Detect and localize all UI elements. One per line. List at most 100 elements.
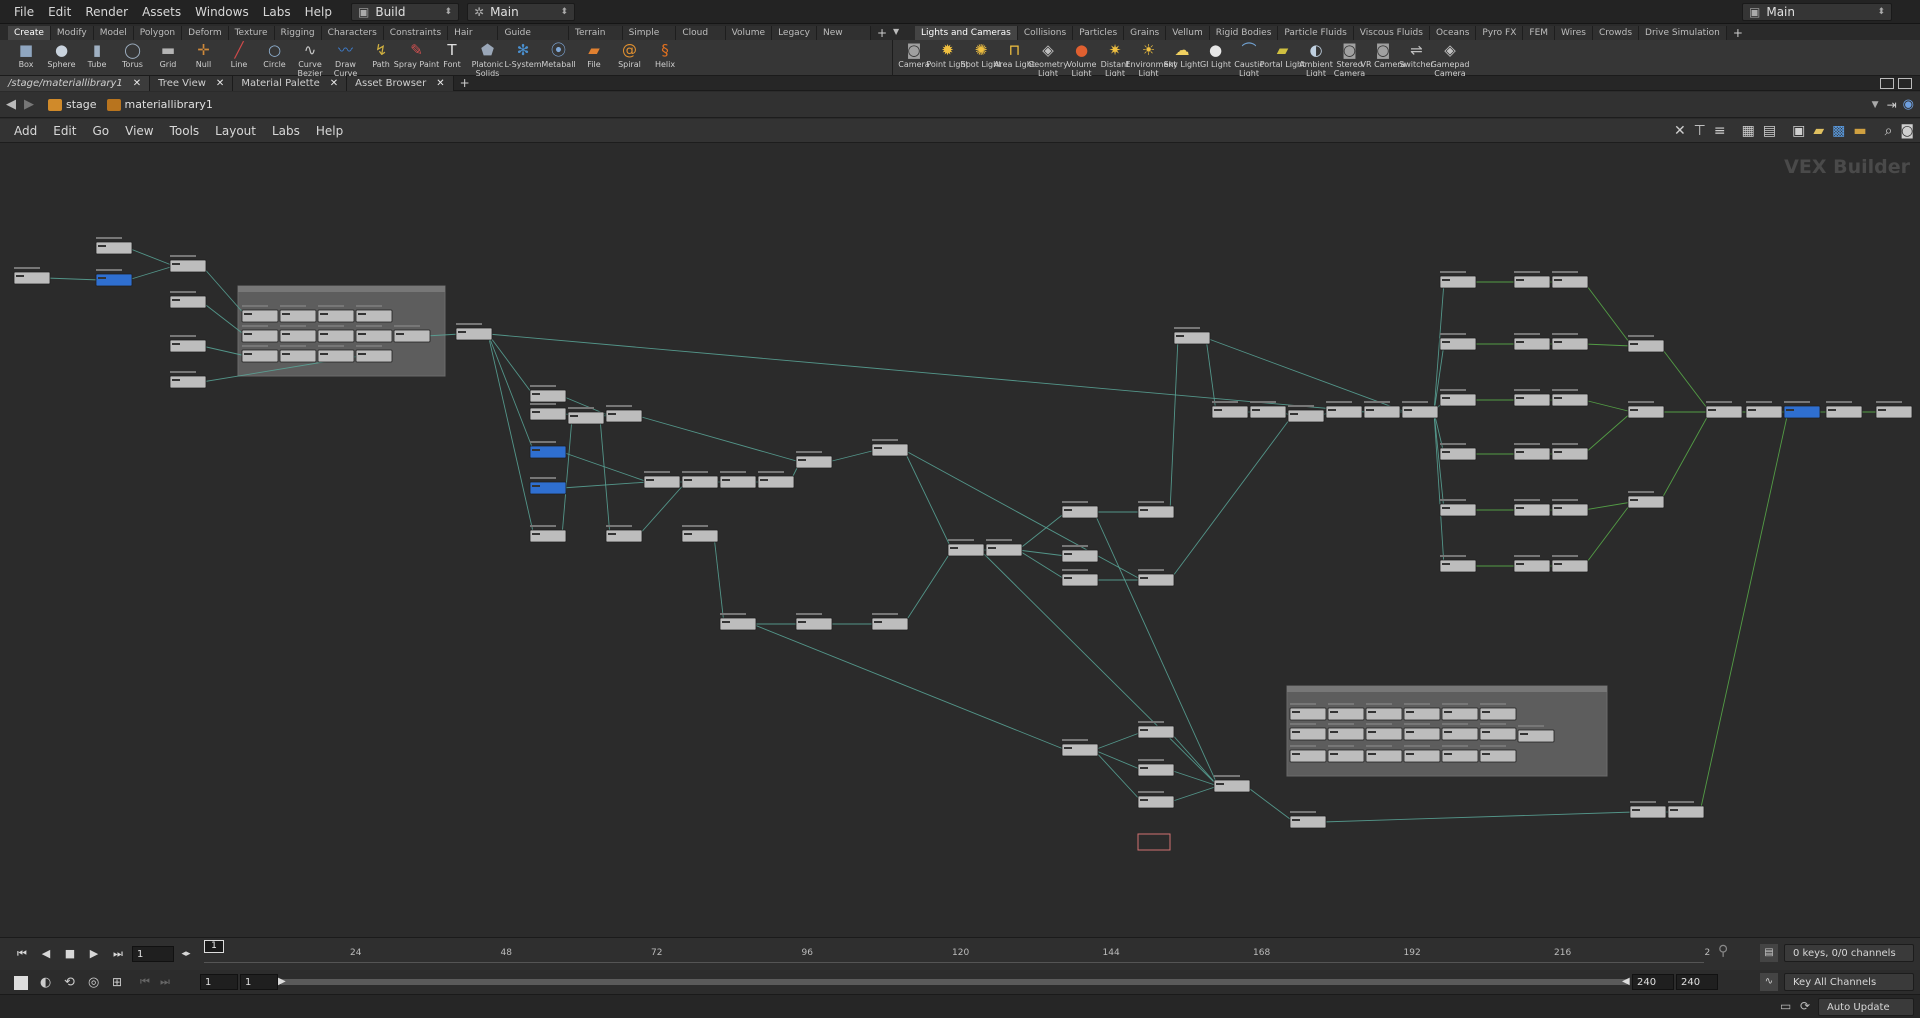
vop-node[interactable] xyxy=(1441,707,1479,721)
vop-node[interactable] xyxy=(681,529,719,543)
shelf-tab-grains[interactable]: Grains xyxy=(1124,26,1167,40)
vop-node[interactable] xyxy=(1137,505,1175,519)
shelf-tab-particles[interactable]: Particles xyxy=(1073,26,1125,40)
auto-update-button[interactable]: Auto Update xyxy=(1818,998,1914,1016)
vop-node[interactable] xyxy=(1137,573,1175,587)
context-selector[interactable]: ✲ Main ⬍ xyxy=(467,2,575,21)
vop-node[interactable] xyxy=(1627,495,1665,509)
vop-node[interactable] xyxy=(169,259,207,273)
vop-node[interactable] xyxy=(169,295,207,309)
vop-node[interactable] xyxy=(1439,275,1477,289)
vop-node[interactable] xyxy=(1629,805,1667,819)
tool-gamepad-camera[interactable]: ◈ Gamepad Camera xyxy=(1427,41,1473,78)
play-reverse-icon[interactable]: ◀ xyxy=(36,946,56,962)
vop-node[interactable] xyxy=(1287,409,1325,423)
vop-node[interactable] xyxy=(1403,707,1441,721)
vop-node[interactable] xyxy=(455,327,493,341)
vop-node[interactable] xyxy=(1875,405,1913,419)
vop-node[interactable] xyxy=(355,349,393,363)
vop-node[interactable] xyxy=(1513,447,1551,461)
net-menu-tools[interactable]: Tools xyxy=(162,124,208,138)
realtime-icon[interactable] xyxy=(14,976,28,990)
shelf-tab-cloud-fx[interactable]: Cloud FX xyxy=(676,26,726,52)
link-icon[interactable]: ◉ xyxy=(1903,97,1914,112)
keys-icon[interactable]: ⊞ xyxy=(112,975,122,989)
shelf-tab-polygon[interactable]: Polygon xyxy=(133,26,183,40)
vop-node[interactable] xyxy=(757,475,795,489)
vop-node[interactable] xyxy=(1137,725,1175,739)
vop-node[interactable] xyxy=(1061,549,1099,563)
vop-node[interactable] xyxy=(1551,559,1589,573)
close-icon[interactable]: ✕ xyxy=(133,76,141,91)
vop-node[interactable] xyxy=(1441,749,1479,763)
right-context-selector[interactable]: ▣ Main ⬍ xyxy=(1742,2,1892,21)
vop-node[interactable] xyxy=(1439,447,1477,461)
sync-icon[interactable]: ◎ xyxy=(88,975,99,990)
vop-node[interactable] xyxy=(1627,339,1665,353)
shelf-tab-new-shelf[interactable]: New Shelf xyxy=(816,26,871,52)
vop-node[interactable] xyxy=(1479,727,1517,741)
vop-node[interactable] xyxy=(1705,405,1743,419)
vop-node[interactable] xyxy=(1479,707,1517,721)
vop-node[interactable] xyxy=(1213,779,1251,793)
range-current-field[interactable]: 1 xyxy=(240,974,278,990)
prev-key-icon[interactable]: ⏮ xyxy=(140,975,150,989)
vop-node[interactable] xyxy=(871,443,909,457)
vop-node[interactable] xyxy=(719,617,757,631)
vop-node[interactable] xyxy=(567,411,605,425)
image-icon[interactable]: ▩ xyxy=(1832,123,1845,139)
vop-node[interactable] xyxy=(1061,573,1099,587)
menu-help[interactable]: Help xyxy=(298,5,339,19)
key-icon[interactable]: ∿ xyxy=(1760,973,1778,991)
wrench-icon[interactable]: ✕ xyxy=(1674,123,1686,139)
vop-node[interactable] xyxy=(1289,727,1327,741)
shelf-tab-legacy[interactable]: Legacy xyxy=(772,26,817,40)
vop-node[interactable] xyxy=(1479,749,1517,763)
vop-node[interactable] xyxy=(719,475,757,489)
shelf-tab-pyro-fx[interactable]: Pyro FX xyxy=(1476,26,1524,40)
vop-node[interactable] xyxy=(279,329,317,343)
shelf-tab-wires[interactable]: Wires xyxy=(1555,26,1593,40)
vop-node[interactable] xyxy=(355,329,393,343)
vop-node[interactable] xyxy=(1513,503,1551,517)
thumbnail-icon[interactable]: ▤ xyxy=(1763,123,1776,139)
shelf-tab-guide-process[interactable]: Guide Process xyxy=(498,26,570,52)
shelf-tab-modify[interactable]: Modify xyxy=(50,26,94,40)
vop-node[interactable] xyxy=(1173,331,1211,345)
vop-node[interactable] xyxy=(1137,795,1175,809)
search-icon[interactable]: ⌕ xyxy=(1885,123,1893,139)
vop-node[interactable] xyxy=(317,309,355,323)
vop-node[interactable] xyxy=(241,309,279,323)
vop-node[interactable] xyxy=(1137,763,1175,777)
global-end-field[interactable]: 240 xyxy=(1676,974,1718,990)
shelf-tab-constraints[interactable]: Constraints xyxy=(383,26,449,40)
key-all-channels-button[interactable]: Key All Channels xyxy=(1784,973,1914,991)
desktop-selector[interactable]: ▣ Build ⬍ xyxy=(351,2,459,21)
audio-scrub-icon[interactable]: ◐ xyxy=(40,975,51,990)
shelf-tab-viscous-fluids[interactable]: Viscous Fluids xyxy=(1353,26,1430,40)
pin-icon[interactable]: ⇥ xyxy=(1887,98,1897,112)
tab-material-palette[interactable]: Material Palette ✕ xyxy=(233,75,348,91)
shelf-tab-oceans[interactable]: Oceans xyxy=(1429,26,1477,40)
vop-node[interactable] xyxy=(871,617,909,631)
list-icon[interactable]: ≡ xyxy=(1714,123,1726,139)
vop-node[interactable] xyxy=(1289,707,1327,721)
vop-node[interactable] xyxy=(1439,337,1477,351)
vop-node[interactable] xyxy=(1327,707,1365,721)
path-dropdown-icon[interactable]: ▼ xyxy=(1872,100,1879,110)
message-icon[interactable]: ▭ xyxy=(1780,999,1791,1013)
vop-node[interactable] xyxy=(1365,727,1403,741)
shelf-tab-simple-fx[interactable]: Simple FX xyxy=(622,26,677,52)
parameter-icon[interactable]: ▣ xyxy=(1792,123,1805,139)
vop-node[interactable] xyxy=(95,241,133,255)
vop-node[interactable] xyxy=(1517,729,1555,743)
vop-node[interactable] xyxy=(1061,505,1099,519)
shelf-tab-deform[interactable]: Deform xyxy=(182,26,229,40)
shelf-tab-particle-fluids[interactable]: Particle Fluids xyxy=(1278,26,1354,40)
vop-node[interactable] xyxy=(985,543,1023,557)
tree-icon[interactable]: ⊤ xyxy=(1694,123,1706,139)
vop-node[interactable] xyxy=(1327,727,1365,741)
vop-node[interactable] xyxy=(1627,405,1665,419)
channels-status[interactable]: 0 keys, 0/0 channels xyxy=(1784,944,1914,962)
tab-asset-browser[interactable]: Asset Browser ✕ xyxy=(347,75,454,91)
